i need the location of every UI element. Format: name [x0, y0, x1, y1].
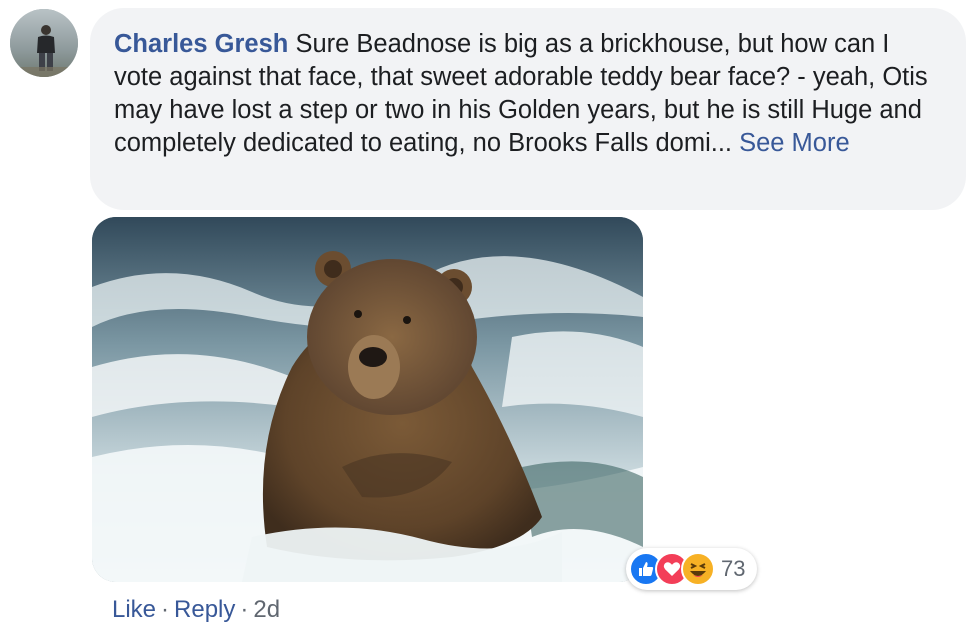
- comment-bubble: Charles Gresh Sure Beadnose is big as a …: [90, 8, 966, 210]
- reaction-count: 73: [721, 556, 746, 581]
- like-link[interactable]: Like: [112, 596, 156, 623]
- reply-link[interactable]: Reply: [174, 596, 235, 623]
- separator-dot: ·: [240, 596, 249, 623]
- see-more-link[interactable]: See More: [739, 129, 850, 157]
- reaction-summary[interactable]: 73: [626, 548, 758, 590]
- comment-actions: Like · Reply · 2d: [112, 594, 280, 626]
- comment-author-link[interactable]: Charles Gresh: [114, 30, 288, 58]
- commenter-avatar[interactable]: [10, 9, 78, 77]
- comment-photo[interactable]: [92, 217, 643, 582]
- brown-bear-photo: [92, 217, 643, 582]
- comment-timestamp[interactable]: 2d: [253, 596, 280, 623]
- haha-icon: [681, 552, 715, 586]
- avatar-image: [10, 9, 78, 77]
- separator-dot: ·: [161, 596, 170, 623]
